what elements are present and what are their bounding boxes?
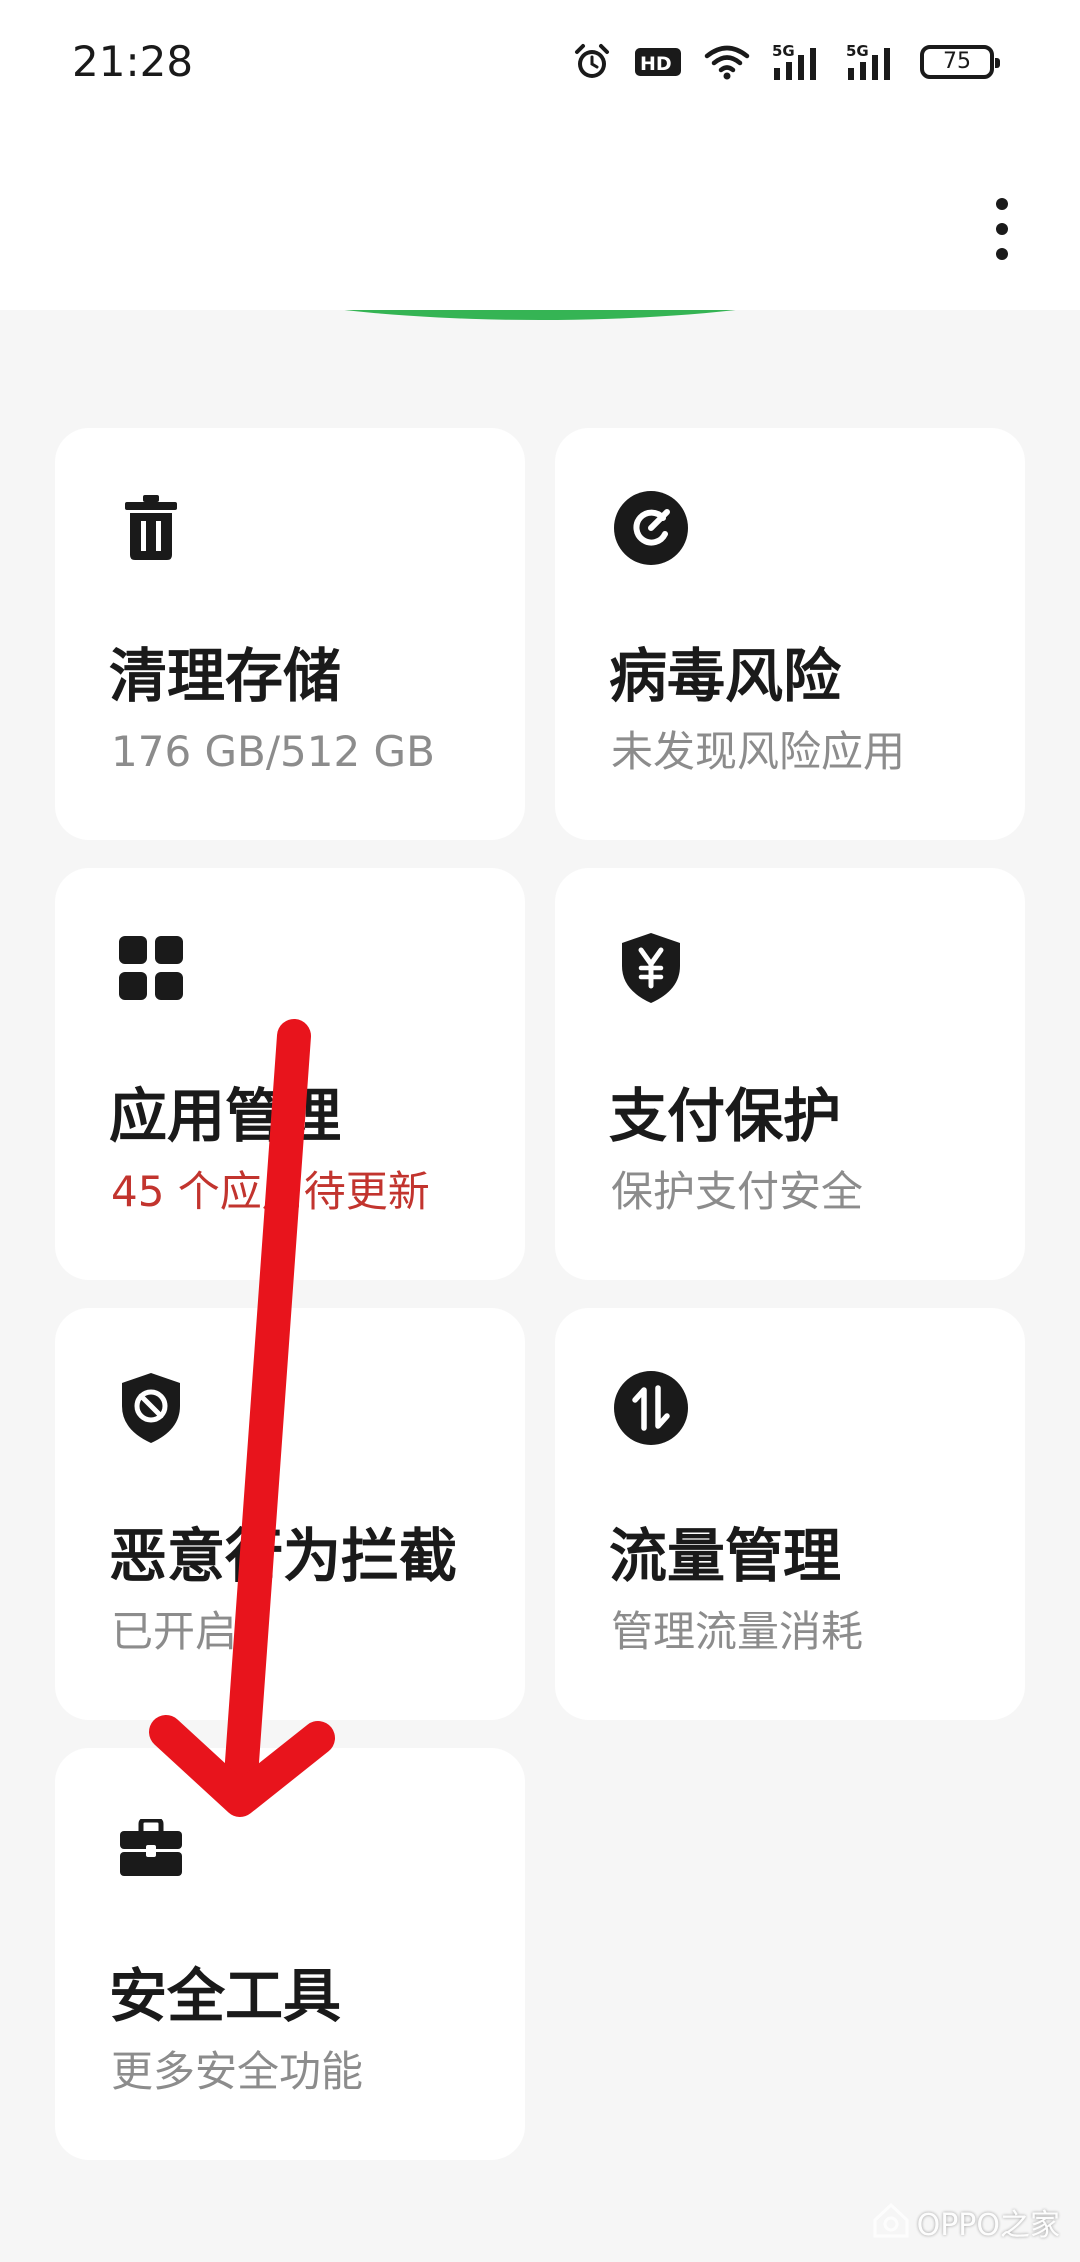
card-subtitle: 176 GB/512 GB (111, 727, 435, 776)
card-title: 支付保护 (609, 1082, 842, 1150)
signal-5g-icon: 5G (846, 42, 898, 82)
virus-scan-icon (613, 490, 689, 566)
house-logo-icon (871, 2200, 911, 2244)
card-subtitle: 未发现风险应用 (611, 727, 906, 776)
card-clean-storage[interactable]: 清理存储 176 GB/512 GB (55, 428, 525, 840)
card-subtitle: 更多安全功能 (111, 2047, 364, 2096)
hd-icon: HD (634, 45, 682, 79)
data-traffic-icon (613, 1370, 689, 1446)
battery-icon: 75 (920, 45, 1000, 79)
card-subtitle: 保护支付安全 (611, 1167, 864, 1216)
trash-icon (113, 490, 189, 566)
apps-grid-icon (113, 930, 189, 1006)
card-payment-protection[interactable]: 支付保护 保护支付安全 (555, 868, 1025, 1280)
more-vertical-icon (996, 198, 1008, 210)
card-security-tools[interactable]: 安全工具 更多安全功能 (55, 1748, 525, 2160)
hd-label: HD (640, 53, 672, 75)
card-subtitle: 45 个应用待更新 (111, 1167, 430, 1216)
card-data-management[interactable]: 流量管理 管理流量消耗 (555, 1308, 1025, 1720)
toolbox-icon (113, 1810, 189, 1886)
network-label: 5G (772, 42, 795, 60)
more-options-button[interactable] (974, 184, 1030, 274)
feature-grid: 清理存储 176 GB/512 GB 病毒风险 未发现风险应用 应用管理 45 … (55, 428, 1025, 2160)
wifi-icon (704, 44, 750, 80)
alarm-icon (572, 42, 612, 82)
status-icons: HD 5G 5G 75 (572, 38, 1000, 86)
card-title: 恶意行为拦截 (109, 1522, 458, 1590)
card-title: 安全工具 (109, 1962, 342, 2030)
payment-shield-icon (613, 930, 689, 1006)
status-time: 21:28 (72, 37, 194, 86)
card-title: 流量管理 (609, 1522, 842, 1590)
card-title: 应用管理 (109, 1082, 342, 1150)
card-virus-risk[interactable]: 病毒风险 未发现风险应用 (555, 428, 1025, 840)
status-bar: 21:28 HD 5G 5G 75 (0, 0, 1080, 124)
card-malicious-behavior-block[interactable]: 恶意行为拦截 已开启 (55, 1308, 525, 1720)
app-header (0, 124, 1080, 310)
card-title: 清理存储 (109, 642, 342, 710)
watermark: OPPO之家 (871, 2200, 1060, 2244)
network-label: 5G (846, 42, 869, 60)
card-subtitle: 已开启 (111, 1607, 238, 1656)
block-shield-icon (113, 1370, 189, 1446)
signal-5g-icon: 5G (772, 42, 824, 82)
watermark-text: OPPO之家 (916, 2208, 1060, 2243)
card-title: 病毒风险 (609, 642, 842, 710)
battery-level: 75 (943, 49, 971, 74)
card-subtitle: 管理流量消耗 (611, 1607, 864, 1656)
card-app-management[interactable]: 应用管理 45 个应用待更新 (55, 868, 525, 1280)
